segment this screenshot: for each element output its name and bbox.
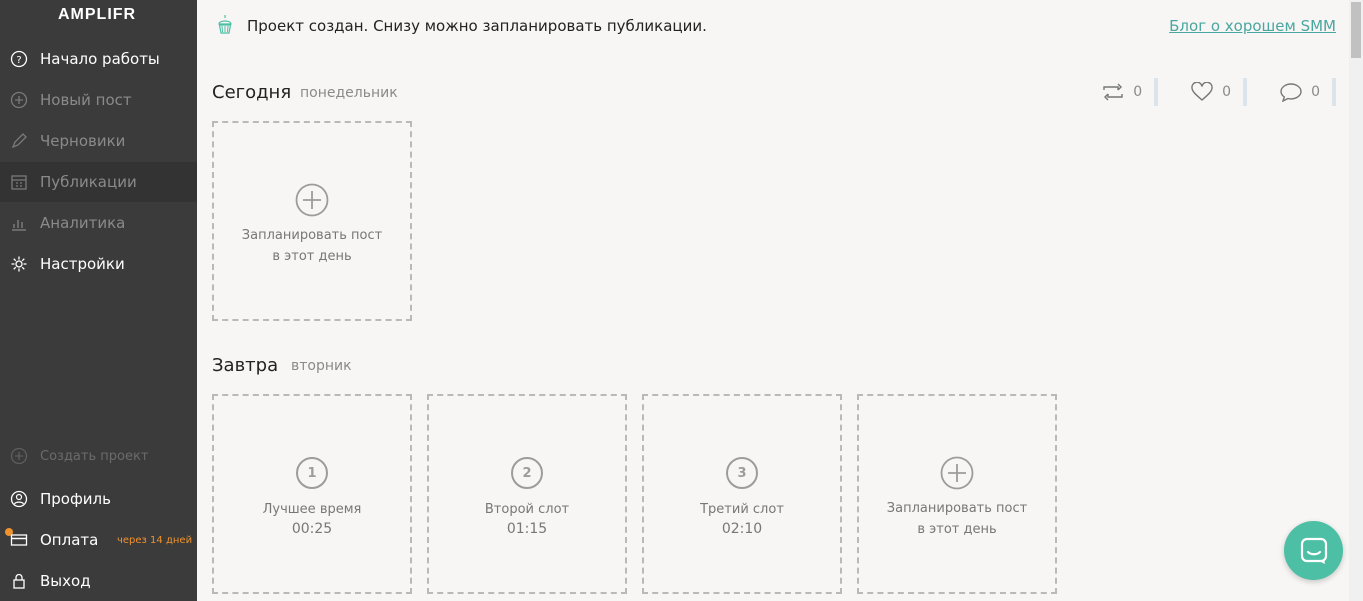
sidebar-item-billing[interactable]: Оплата через 14 дней bbox=[0, 520, 197, 560]
sidebar-item-analytics[interactable]: Аналитика bbox=[0, 203, 197, 243]
time-slot[interactable]: 1 Лучшее время 00:25 bbox=[212, 394, 412, 594]
slot-text-line: Запланировать пост bbox=[241, 228, 383, 243]
user-icon bbox=[10, 490, 28, 508]
slot-name: Третий слот bbox=[700, 502, 784, 517]
plus-circle-icon bbox=[940, 456, 974, 490]
sidebar-item-label: Оплата bbox=[40, 531, 99, 549]
lock-icon bbox=[10, 572, 28, 590]
slot-text: Запланировать пост в этот день bbox=[887, 498, 1027, 540]
comment-stat: 0 bbox=[1279, 78, 1336, 106]
sidebar-item-publications[interactable]: Публикации bbox=[0, 162, 197, 202]
slot-text-line: в этот день bbox=[917, 522, 997, 537]
sidebar-item-label: Выход bbox=[40, 572, 91, 590]
sidebar-item-drafts[interactable]: Черновики bbox=[0, 121, 197, 161]
repost-stat: 0 bbox=[1101, 78, 1159, 106]
sidebar-item-label: Новый пост bbox=[40, 91, 132, 109]
repost-icon bbox=[1103, 83, 1123, 101]
vertical-scrollbar[interactable] bbox=[1349, 0, 1363, 601]
sidebar-item-settings[interactable]: Настройки bbox=[0, 244, 197, 284]
sidebar-item-new-post[interactable]: Новый пост bbox=[0, 80, 197, 120]
schedule-post-slot-tomorrow[interactable]: Запланировать пост в этот день bbox=[857, 394, 1057, 594]
blog-link[interactable]: Блог о хорошем SMM bbox=[1169, 17, 1336, 35]
sidebar-item-label: Черновики bbox=[40, 132, 126, 150]
slot-text-line: Запланировать пост bbox=[886, 501, 1028, 516]
tomorrow-weekday: вторник bbox=[291, 358, 352, 374]
cupcake-icon bbox=[216, 14, 234, 36]
slot-text: Запланировать пост в этот день bbox=[242, 225, 382, 267]
slot-name: Лучшее время bbox=[262, 502, 362, 517]
plus-circle-icon bbox=[10, 447, 28, 465]
create-project-button[interactable]: Создать проект bbox=[0, 436, 197, 476]
like-count: 0 bbox=[1222, 84, 1232, 100]
like-stat: 0 bbox=[1190, 78, 1248, 106]
pencil-icon bbox=[10, 132, 28, 150]
billing-badge: через 14 дней bbox=[117, 534, 193, 546]
credit-card-icon bbox=[10, 531, 28, 549]
slot-name: Второй слот bbox=[484, 502, 570, 517]
slot-number: 1 bbox=[296, 457, 328, 489]
slot-number: 2 bbox=[511, 457, 543, 489]
sidebar-item-profile[interactable]: Профиль bbox=[0, 479, 197, 519]
heart-icon bbox=[1191, 82, 1213, 101]
comment-icon bbox=[1280, 83, 1302, 102]
tomorrow-title: Завтра bbox=[212, 355, 279, 376]
sidebar-item-label: Начало работы bbox=[40, 50, 160, 68]
repost-count: 0 bbox=[1133, 84, 1143, 100]
slot-time: 00:25 bbox=[291, 521, 333, 537]
main-content: Проект создан. Снизу можно запланировать… bbox=[197, 0, 1349, 601]
plus-circle-icon bbox=[10, 91, 28, 109]
svg-text:?: ? bbox=[16, 55, 21, 66]
today-weekday: понедельник bbox=[300, 85, 398, 101]
sidebar-item-label: Настройки bbox=[40, 255, 125, 273]
today-title: Сегодня bbox=[212, 82, 292, 103]
logo[interactable]: AMPLIFR bbox=[58, 6, 136, 24]
sidebar-item-label: Публикации bbox=[40, 173, 137, 191]
time-slot[interactable]: 2 Второй слот 01:15 bbox=[427, 394, 627, 594]
calendar-icon bbox=[10, 173, 28, 191]
sidebar-item-logout[interactable]: Выход bbox=[0, 561, 197, 601]
plus-circle-icon bbox=[295, 183, 329, 217]
today-stats: 0 0 0 bbox=[1069, 78, 1336, 106]
sidebar-item-label: Аналитика bbox=[40, 214, 126, 232]
sidebar-item-getting-started[interactable]: ? Начало работы bbox=[0, 39, 197, 79]
bar-chart-icon bbox=[10, 214, 28, 232]
gear-icon bbox=[10, 255, 28, 273]
schedule-post-slot-today[interactable]: Запланировать пост в этот день bbox=[212, 121, 412, 321]
time-slot[interactable]: 3 Третий слот 02:10 bbox=[642, 394, 842, 594]
scrollbar-thumb[interactable] bbox=[1351, 2, 1361, 58]
slot-number: 3 bbox=[726, 457, 758, 489]
slot-time: 02:10 bbox=[721, 521, 763, 537]
slot-time: 01:15 bbox=[506, 521, 548, 537]
slot-text-line: в этот день bbox=[272, 249, 352, 264]
banner-message: Проект создан. Снизу можно запланировать… bbox=[247, 17, 707, 35]
chat-widget-button[interactable] bbox=[1284, 521, 1343, 580]
sidebar-item-label: Профиль bbox=[40, 490, 111, 508]
comment-count: 0 bbox=[1311, 84, 1320, 100]
question-circle-icon: ? bbox=[10, 50, 28, 68]
chat-icon bbox=[1300, 537, 1327, 564]
create-project-label: Создать проект bbox=[40, 448, 149, 464]
sidebar: AMPLIFR ? Начало работы Новый пост Черно… bbox=[0, 0, 197, 601]
